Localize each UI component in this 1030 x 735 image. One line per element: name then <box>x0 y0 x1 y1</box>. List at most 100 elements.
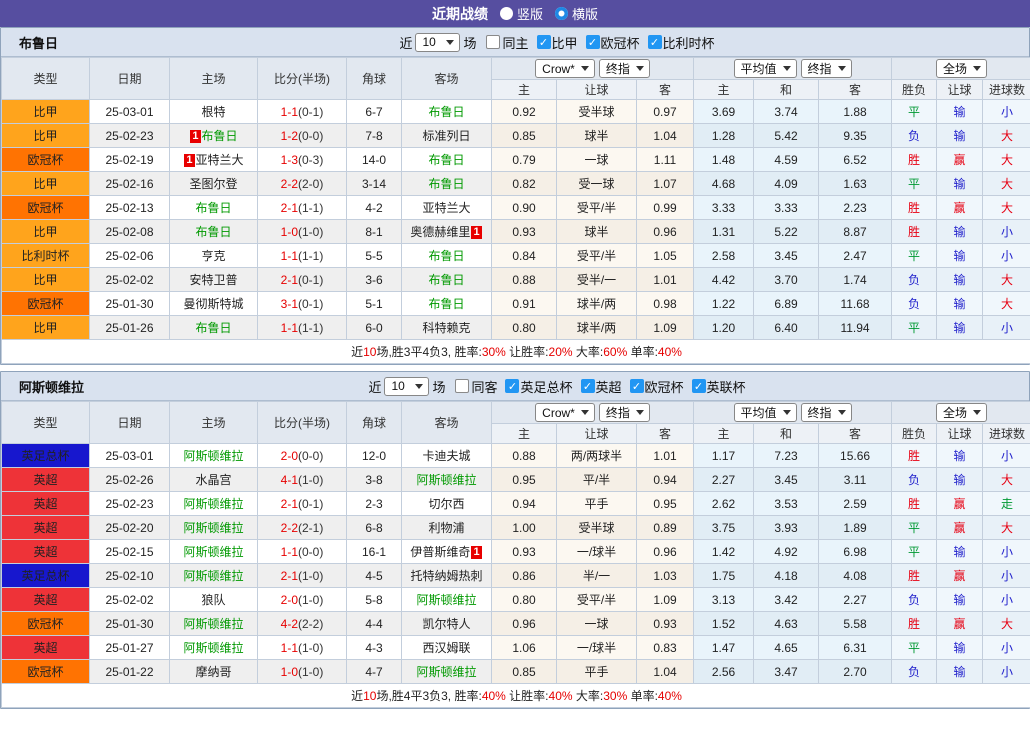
radio-vertical-layout[interactable]: 竖版 <box>500 4 543 23</box>
league-filter-checkbox[interactable]: 欧冠杯 <box>630 377 684 396</box>
handicap-line: 受半球 <box>557 516 637 540</box>
handicap-line: 两/两球半 <box>557 444 637 468</box>
avg-draw-odds: 3.47 <box>754 660 819 684</box>
result-goals: 大 <box>983 468 1030 492</box>
league-filter-checkbox[interactable]: 比利时杯 <box>648 33 715 52</box>
fulltime-score: 1-2 <box>281 129 298 143</box>
same-venue-checkbox[interactable]: 同主 <box>486 33 528 52</box>
column-header: 角球 <box>347 402 402 444</box>
home-team-name: 阿斯顿维拉 <box>183 569 243 583</box>
radio-horizontal-layout[interactable]: 横版 <box>555 4 598 23</box>
league-filter-checkbox[interactable]: 欧冠杯 <box>586 33 640 52</box>
handicap-away-odds: 0.94 <box>637 468 694 492</box>
odds-source-select[interactable]: Crow* <box>535 59 595 78</box>
corner-score: 4-5 <box>347 564 402 588</box>
checkbox-checked-icon <box>586 35 600 49</box>
same-venue-checkbox[interactable]: 同客 <box>455 377 497 396</box>
odds-stage-select[interactable]: 终指 <box>599 59 650 78</box>
avg-source-select[interactable]: 平均值 <box>734 403 797 422</box>
away-team-name: 阿斯顿维拉 <box>416 593 476 607</box>
match-date: 25-01-30 <box>90 612 170 636</box>
match-score-cell: 2-0(0-0) <box>258 444 347 468</box>
match-score-cell: 2-1(0-1) <box>258 492 347 516</box>
league-filter-checkbox[interactable]: 英超 <box>581 377 622 396</box>
odds-source-select[interactable]: Crow* <box>535 403 595 422</box>
match-score-cell: 2-1(1-0) <box>258 564 347 588</box>
away-team-name: 托特纳姆热刺 <box>410 569 482 583</box>
result-handicap: 输 <box>937 292 983 316</box>
result-goals: 小 <box>983 244 1030 268</box>
avg-away-odds: 1.89 <box>819 516 892 540</box>
result-handicap: 赢 <box>937 612 983 636</box>
away-team-cell: 阿斯顿维拉 <box>402 660 492 684</box>
home-team-name: 水晶宫 <box>195 473 231 487</box>
fulltime-score: 1-1 <box>281 249 298 263</box>
scope-select[interactable]: 全场 <box>936 59 987 78</box>
match-row: 英超25-02-02狼队2-0(1-0)5-8阿斯顿维拉0.80受平/半1.09… <box>2 588 1030 612</box>
handicap-away-odds: 1.09 <box>637 316 694 340</box>
fulltime-score: 2-1 <box>281 273 298 287</box>
league-filter-checkbox[interactable]: 英联杯 <box>692 377 746 396</box>
avg-stage-select[interactable]: 终指 <box>801 59 852 78</box>
handicap-line: 一/球半 <box>557 636 637 660</box>
league-filter-checkbox[interactable]: 英足总杯 <box>505 377 572 396</box>
home-team-cell: 阿斯顿维拉 <box>170 516 258 540</box>
avg-source-select[interactable]: 平均值 <box>734 59 797 78</box>
match-date: 25-02-08 <box>90 220 170 244</box>
result-goals: 大 <box>983 268 1030 292</box>
match-row: 比甲25-03-01根特1-1(0-1)6-7布鲁日0.92受半球0.973.6… <box>2 100 1030 124</box>
home-team-name: 阿斯顿维拉 <box>183 617 243 631</box>
scope-select[interactable]: 全场 <box>936 403 987 422</box>
checkbox-label: 比甲 <box>552 33 578 52</box>
match-date: 25-02-26 <box>90 468 170 492</box>
summary-segment: 40% <box>482 689 506 703</box>
avg-draw-odds: 5.22 <box>754 220 819 244</box>
summary-segment: 30% <box>482 345 506 359</box>
fulltime-score: 1-1 <box>281 641 298 655</box>
result-goals: 大 <box>983 612 1030 636</box>
league-badge: 英超 <box>2 636 90 660</box>
summary-segment: 近 <box>351 345 363 359</box>
summary-segment: 10 <box>363 689 376 703</box>
result-goals: 小 <box>983 588 1030 612</box>
radio-vertical-label: 竖版 <box>517 4 543 23</box>
corner-score: 14-0 <box>347 148 402 172</box>
avg-stage-select[interactable]: 终指 <box>801 403 852 422</box>
recent-count-select[interactable]: 10 <box>415 33 460 52</box>
result-goals: 大 <box>983 124 1030 148</box>
result-outcome: 胜 <box>892 148 937 172</box>
fulltime-score: 2-1 <box>281 201 298 215</box>
summary-segment: 单率: <box>627 345 658 359</box>
checkbox-checked-icon <box>505 379 519 393</box>
match-date: 25-02-06 <box>90 244 170 268</box>
average-odds-group-header: 平均值终指 <box>694 58 892 80</box>
away-team-cell: 亚特兰大 <box>402 196 492 220</box>
avg-home-odds: 3.13 <box>694 588 754 612</box>
home-team-cell: 阿斯顿维拉 <box>170 444 258 468</box>
home-team-cell: 阿斯顿维拉 <box>170 492 258 516</box>
away-team-cell: 阿斯顿维拉 <box>402 468 492 492</box>
avg-draw-odds: 5.42 <box>754 124 819 148</box>
away-team-cell: 西汉姆联 <box>402 636 492 660</box>
result-handicap: 赢 <box>937 148 983 172</box>
avg-draw-odds: 4.63 <box>754 612 819 636</box>
avg-away-odds: 15.66 <box>819 444 892 468</box>
away-team-cell: 奥德赫维里1 <box>402 220 492 244</box>
handicap-away-odds: 0.83 <box>637 636 694 660</box>
result-handicap: 输 <box>937 468 983 492</box>
avg-home-odds: 1.47 <box>694 636 754 660</box>
select-value: 10 <box>422 35 435 49</box>
home-team-cell: 阿斯顿维拉 <box>170 612 258 636</box>
handicap-home-odds: 0.82 <box>492 172 557 196</box>
result-outcome: 负 <box>892 468 937 492</box>
chevron-down-icon <box>446 40 454 45</box>
home-team-name: 曼彻斯特城 <box>183 297 243 311</box>
near-label: 近 <box>399 33 412 52</box>
halftime-score: (0-0) <box>298 545 323 559</box>
home-team-name: 布鲁日 <box>195 225 231 239</box>
checkbox-checked-icon <box>537 35 551 49</box>
league-filter-checkbox[interactable]: 比甲 <box>537 33 578 52</box>
avg-away-odds: 6.98 <box>819 540 892 564</box>
odds-stage-select[interactable]: 终指 <box>599 403 650 422</box>
recent-count-select[interactable]: 10 <box>384 377 429 396</box>
